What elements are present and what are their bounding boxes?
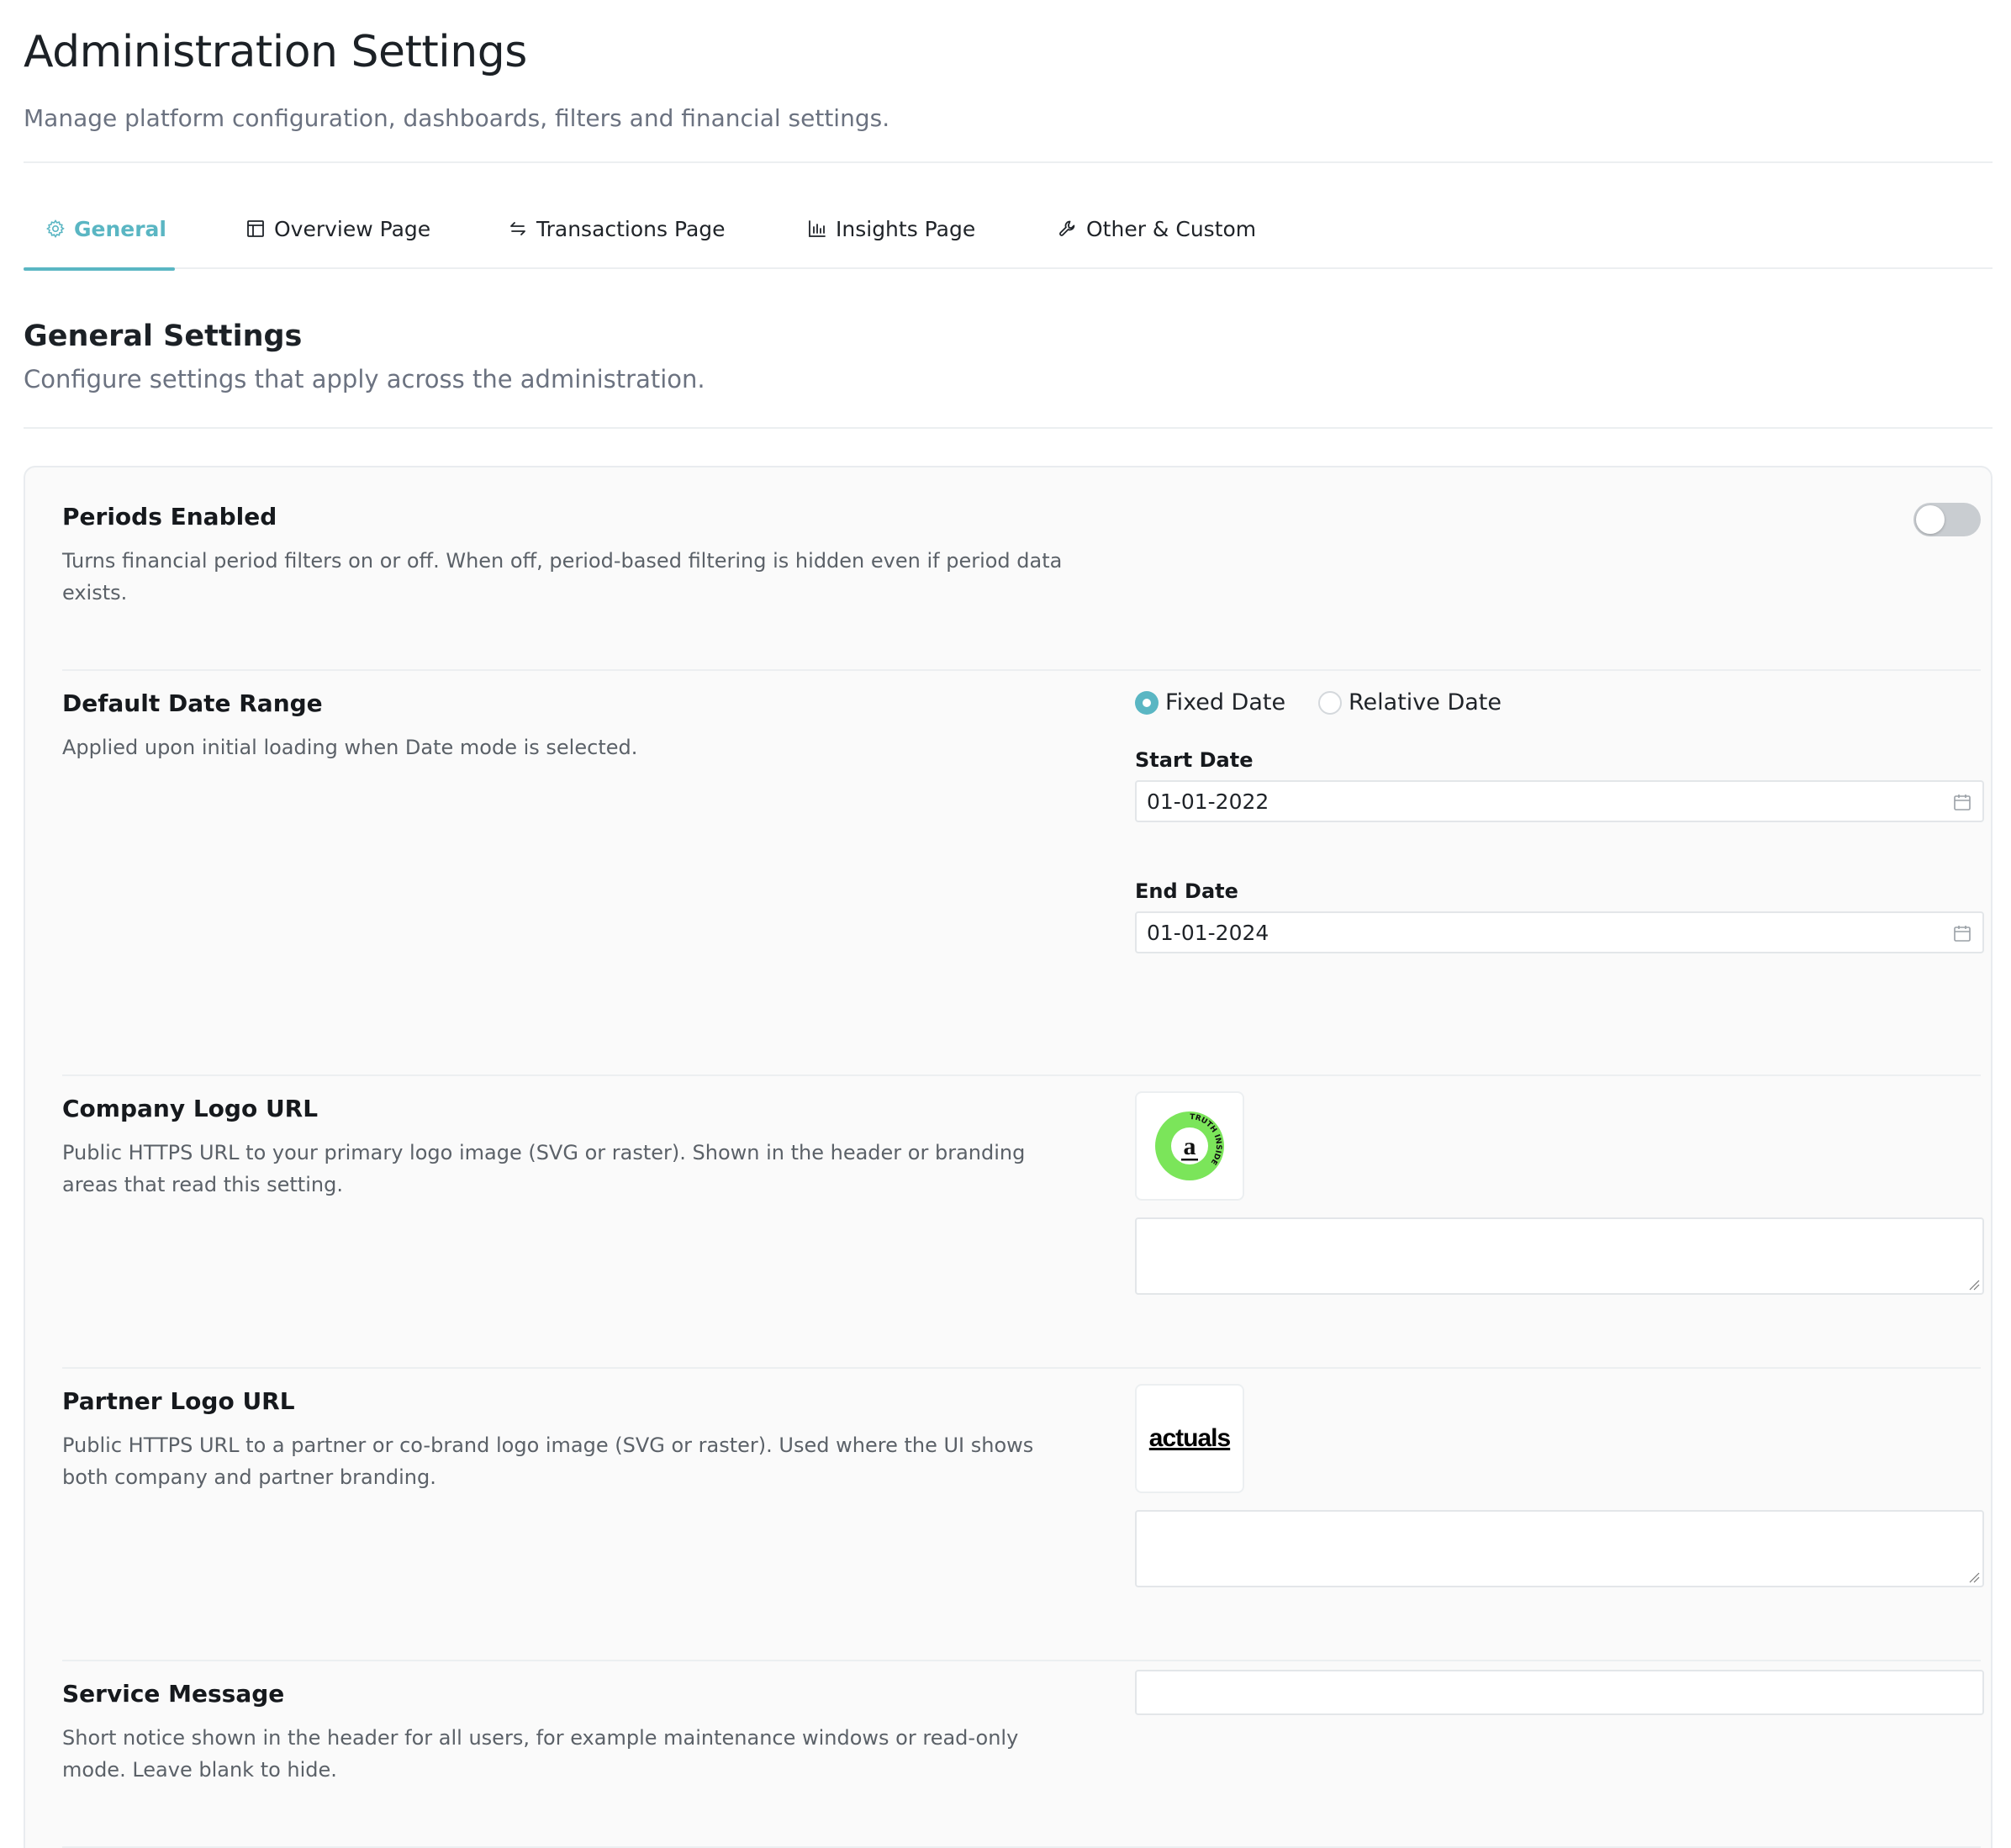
arrows-swap-icon [506,217,530,240]
divider [62,1367,1981,1369]
tab-label: General [74,217,166,241]
calendar-icon[interactable] [1952,792,1972,812]
tab-label: Other & Custom [1086,217,1257,241]
toggle-knob [1916,505,1945,534]
radio-dot [1135,690,1159,715]
setting-partner-logo-url: Partner Logo URL Public HTTPS URL to a p… [62,1384,1984,1639]
divider [62,1074,1981,1076]
divider [24,427,1993,429]
setting-label: Service Message [62,1680,285,1708]
tab-insights-page[interactable]: Insights Page [805,205,975,269]
radio-label: Relative Date [1349,689,1502,715]
section-title: General Settings [24,319,303,353]
setting-description: Short notice shown in the header for all… [62,1726,1019,1782]
tab-overview-page[interactable]: Overview Page [244,205,430,269]
partner-logo-image: actuals [1148,1424,1231,1452]
page-title: Administration Settings [24,27,527,77]
tab-general[interactable]: General [24,205,175,271]
wrench-icon [1056,217,1079,240]
setting-description: Turns financial period filters on or off… [62,549,1063,605]
resize-handle-icon[interactable] [1968,1279,1980,1291]
partner-logo-preview: actuals [1135,1384,1244,1493]
divider [62,669,1981,671]
resize-handle-icon[interactable] [1968,1571,1980,1583]
start-date-label: Start Date [1135,748,1254,772]
setting-periods-enabled: Periods Enabled Turns financial period f… [62,503,1981,612]
settings-tabs: General Overview Page Transactions Page [24,205,1993,271]
company-logo-preview: TRUTH INSIDE a [1135,1091,1244,1201]
setting-label: Partner Logo URL [62,1387,295,1415]
tab-transactions-page[interactable]: Transactions Page [506,205,726,269]
radio-fixed-date[interactable]: Fixed Date [1135,689,1285,715]
setting-description: Applied upon initial loading when Date m… [62,736,638,759]
radio-relative-date[interactable]: Relative Date [1318,689,1502,715]
page-subtitle: Manage platform configuration, dashboard… [24,104,890,132]
radio-label: Fixed Date [1165,689,1286,715]
calendar-icon[interactable] [1952,923,1972,943]
setting-label: Company Logo URL [62,1095,319,1122]
divider [62,1660,1981,1661]
service-message-input[interactable] [1135,1670,1984,1715]
end-date-input[interactable]: 01-01-2024 [1135,911,1984,953]
gear-icon [44,217,67,240]
setting-label: Periods Enabled [62,503,277,531]
end-date-value: 01-01-2024 [1147,920,1269,945]
periods-enabled-toggle[interactable] [1913,503,1981,536]
setting-service-message: Service Message Short notice shown in th… [62,1670,1984,1831]
setting-label: Default Date Range [62,689,323,717]
tab-label: Overview Page [274,217,431,241]
company-logo-url-textarea[interactable] [1135,1217,1984,1295]
partner-logo-url-textarea[interactable] [1135,1510,1984,1587]
company-logo-image: TRUTH INSIDE a [1155,1111,1224,1180]
setting-description: Public HTTPS URL to your primary logo im… [62,1141,1026,1196]
start-date-value: 01-01-2022 [1147,789,1269,814]
setting-description: Public HTTPS URL to a partner or co-bran… [62,1434,1034,1489]
start-date-input[interactable]: 01-01-2022 [1135,780,1984,822]
radio-dot [1318,690,1342,715]
setting-default-date-range: Default Date Range Applied upon initial … [62,689,1984,1009]
bar-chart-icon [805,217,829,240]
tab-other-custom[interactable]: Other & Custom [1056,205,1256,269]
end-date-label: End Date [1135,879,1238,903]
logo-letter: a [1184,1133,1196,1160]
setting-company-logo-url: Company Logo URL Public HTTPS URL to you… [62,1091,1984,1347]
tab-label: Insights Page [836,217,976,241]
layout-icon [244,217,267,240]
settings-card: Periods Enabled Turns financial period f… [24,466,1993,1848]
section-description: Configure settings that apply across the… [24,365,705,393]
tab-label: Transactions Page [536,217,726,241]
divider [24,161,1993,163]
